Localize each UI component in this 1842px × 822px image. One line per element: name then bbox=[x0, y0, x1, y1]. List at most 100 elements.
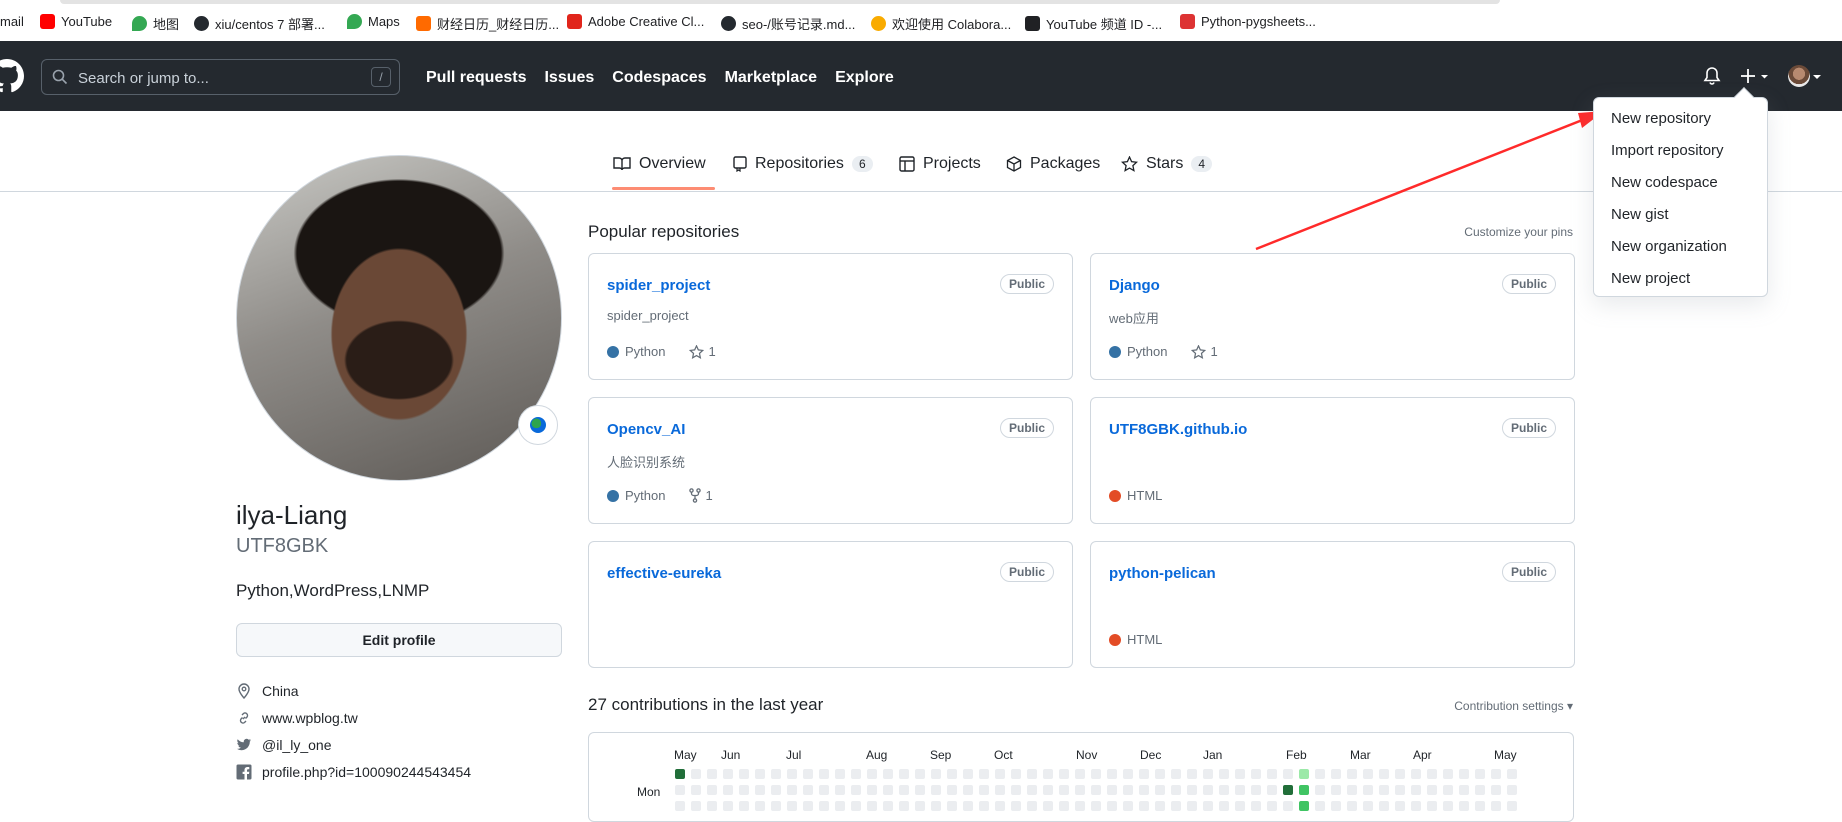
contribution-cell[interactable] bbox=[1107, 801, 1117, 811]
tab-stars[interactable]: Stars 4 bbox=[1121, 155, 1213, 173]
contribution-cell[interactable] bbox=[723, 769, 733, 779]
contribution-cell[interactable] bbox=[947, 769, 957, 779]
contribution-cell[interactable] bbox=[1219, 801, 1229, 811]
contribution-cell[interactable] bbox=[1251, 769, 1261, 779]
repo-name-link[interactable]: Opencv_AI bbox=[607, 421, 685, 438]
contribution-cell[interactable] bbox=[819, 785, 829, 795]
contribution-cell[interactable] bbox=[755, 769, 765, 779]
repo-name-link[interactable]: spider_project bbox=[607, 277, 710, 294]
contribution-cell[interactable] bbox=[1251, 801, 1261, 811]
contribution-cell[interactable] bbox=[899, 801, 909, 811]
contribution-cell[interactable] bbox=[963, 769, 973, 779]
contribution-cell[interactable] bbox=[1171, 785, 1181, 795]
bookmark-seo[interactable]: seo-/账号记录.md... bbox=[721, 14, 855, 33]
contribution-cell[interactable] bbox=[1011, 801, 1021, 811]
contribution-cell[interactable] bbox=[835, 801, 845, 811]
contribution-cell[interactable] bbox=[1363, 769, 1373, 779]
contribution-cell[interactable] bbox=[899, 769, 909, 779]
contribution-cell[interactable] bbox=[1043, 769, 1053, 779]
contribution-cell[interactable] bbox=[675, 785, 685, 795]
contribution-cell[interactable] bbox=[1251, 785, 1261, 795]
contribution-cell[interactable] bbox=[1379, 785, 1389, 795]
contribution-cell[interactable] bbox=[835, 769, 845, 779]
contribution-cell[interactable] bbox=[867, 785, 877, 795]
contribution-cell[interactable] bbox=[787, 769, 797, 779]
contribution-cell[interactable] bbox=[787, 801, 797, 811]
contribution-cell[interactable] bbox=[1187, 801, 1197, 811]
customize-pins-link[interactable]: Customize your pins bbox=[1464, 225, 1573, 239]
contribution-cell[interactable] bbox=[691, 785, 701, 795]
bookmark-calendar[interactable]: 财经日历_财经日历... bbox=[416, 14, 559, 33]
bookmark-adobe[interactable]: Adobe Creative Cl... bbox=[567, 14, 704, 29]
contribution-cell[interactable] bbox=[1299, 801, 1309, 811]
contribution-cell[interactable] bbox=[1347, 769, 1357, 779]
contribution-cell[interactable] bbox=[1187, 785, 1197, 795]
contribution-cell[interactable] bbox=[755, 785, 765, 795]
contribution-cell[interactable] bbox=[1507, 785, 1517, 795]
contribution-cell[interactable] bbox=[1491, 785, 1501, 795]
contribution-cell[interactable] bbox=[1315, 801, 1325, 811]
contribution-cell[interactable] bbox=[1267, 785, 1277, 795]
edit-profile-button[interactable]: Edit profile bbox=[236, 623, 562, 657]
contribution-cell[interactable] bbox=[883, 785, 893, 795]
contribution-cell[interactable] bbox=[931, 769, 941, 779]
menu-new-codespace[interactable]: New codespace bbox=[1611, 174, 1718, 191]
contribution-cell[interactable] bbox=[1203, 785, 1213, 795]
menu-new-gist[interactable]: New gist bbox=[1611, 206, 1669, 223]
tab-packages[interactable]: Packages bbox=[1006, 155, 1100, 173]
contribution-cell[interactable] bbox=[1507, 801, 1517, 811]
contribution-cell[interactable] bbox=[1299, 785, 1309, 795]
contribution-cell[interactable] bbox=[899, 785, 909, 795]
contribution-cell[interactable] bbox=[1219, 785, 1229, 795]
contribution-cell[interactable] bbox=[1427, 801, 1437, 811]
contribution-cell[interactable] bbox=[1139, 785, 1149, 795]
contribution-cell[interactable] bbox=[1043, 801, 1053, 811]
contribution-cell[interactable] bbox=[1475, 785, 1485, 795]
contribution-cell[interactable] bbox=[1315, 785, 1325, 795]
contribution-cell[interactable] bbox=[1363, 785, 1373, 795]
contribution-cell[interactable] bbox=[835, 785, 845, 795]
contribution-cell[interactable] bbox=[1299, 769, 1309, 779]
contribution-cell[interactable] bbox=[1107, 785, 1117, 795]
contribution-cell[interactable] bbox=[1443, 785, 1453, 795]
contribution-cell[interactable] bbox=[1283, 769, 1293, 779]
search-input[interactable]: Search or jump to... / bbox=[41, 59, 400, 95]
contribution-cell[interactable] bbox=[1059, 785, 1069, 795]
contribution-cell[interactable] bbox=[1219, 769, 1229, 779]
repo-stars-link[interactable]: 1 bbox=[1191, 344, 1218, 359]
contribution-cell[interactable] bbox=[1075, 769, 1085, 779]
contribution-cell[interactable] bbox=[1395, 801, 1405, 811]
bell-icon[interactable] bbox=[1703, 66, 1721, 86]
bookmark-map[interactable]: 地图 bbox=[132, 14, 179, 33]
contribution-cell[interactable] bbox=[707, 785, 717, 795]
status-button[interactable] bbox=[518, 405, 558, 445]
contribution-cell[interactable] bbox=[995, 785, 1005, 795]
contribution-cell[interactable] bbox=[963, 801, 973, 811]
repo-name-link[interactable]: effective-eureka bbox=[607, 565, 721, 582]
contribution-cell[interactable] bbox=[1427, 785, 1437, 795]
profile-twitter[interactable]: @il_ly_one bbox=[236, 737, 331, 753]
bookmark-pygsheets[interactable]: Python-pygsheets... bbox=[1180, 14, 1316, 29]
contribution-cell[interactable] bbox=[1171, 801, 1181, 811]
bookmark-maps[interactable]: Maps bbox=[347, 14, 400, 29]
contribution-cell[interactable] bbox=[1235, 801, 1245, 811]
contribution-cell[interactable] bbox=[915, 801, 925, 811]
bookmark-github-centos[interactable]: xiu/centos 7 部署... bbox=[194, 14, 325, 33]
contribution-cell[interactable] bbox=[851, 785, 861, 795]
contribution-cell[interactable] bbox=[1491, 801, 1501, 811]
contribution-cell[interactable] bbox=[1395, 769, 1405, 779]
contribution-cell[interactable] bbox=[1459, 801, 1469, 811]
website-link[interactable]: www.wpblog.tw bbox=[262, 710, 358, 726]
menu-new-repository[interactable]: New repository bbox=[1611, 110, 1711, 127]
contribution-cell[interactable] bbox=[1139, 801, 1149, 811]
contribution-cell[interactable] bbox=[947, 801, 957, 811]
contribution-cell[interactable] bbox=[1379, 801, 1389, 811]
profile-facebook[interactable]: profile.php?id=100090244543454 bbox=[236, 764, 471, 780]
contribution-cell[interactable] bbox=[1443, 769, 1453, 779]
contribution-cell[interactable] bbox=[1107, 769, 1117, 779]
contribution-cell[interactable] bbox=[1459, 785, 1469, 795]
contribution-cell[interactable] bbox=[915, 785, 925, 795]
repo-name-link[interactable]: python-pelican bbox=[1109, 565, 1216, 582]
contribution-cell[interactable] bbox=[1363, 801, 1373, 811]
bookmark-youtube-channel[interactable]: YouTube 频道 ID -... bbox=[1025, 14, 1162, 33]
